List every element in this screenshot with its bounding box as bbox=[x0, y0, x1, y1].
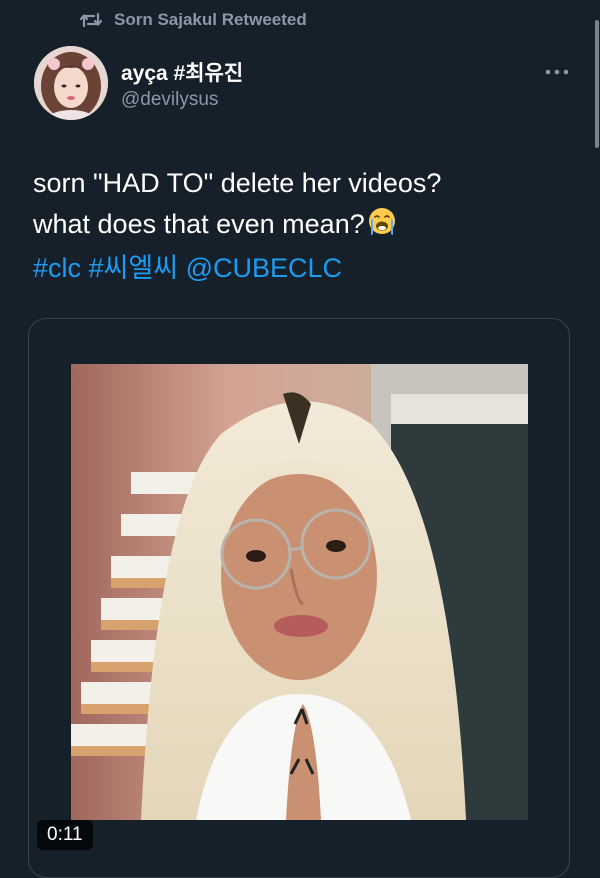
retweet-label: Sorn Sajakul Retweeted bbox=[114, 10, 307, 29]
retweet-icon bbox=[80, 11, 102, 29]
tweet-links-line: #clc #씨엘씨 @CUBECLC bbox=[33, 248, 578, 289]
avatar[interactable] bbox=[34, 46, 108, 120]
tweet-text-line-1: sorn "HAD TO" delete her videos? bbox=[33, 168, 442, 198]
crying-face-emoji-icon bbox=[367, 206, 397, 248]
tweet-text-line-2: what does that even mean? bbox=[33, 209, 365, 239]
scrollbar[interactable] bbox=[595, 20, 599, 148]
video-thumbnail[interactable] bbox=[71, 364, 528, 820]
video-duration-badge: 0:11 bbox=[37, 820, 93, 850]
hashtag-link[interactable]: #씨엘씨 bbox=[89, 253, 179, 283]
author-handle[interactable]: @devilysus bbox=[121, 89, 218, 111]
retweet-indicator[interactable]: Sorn Sajakul Retweeted bbox=[80, 8, 307, 32]
media-card[interactable] bbox=[28, 318, 570, 878]
author-display-name[interactable]: ayça #최유진 bbox=[121, 57, 243, 87]
tweet-text: sorn "HAD TO" delete her videos? what do… bbox=[33, 163, 578, 289]
tweet-text-line-2-container: what does that even mean? bbox=[33, 204, 578, 248]
more-horizontal-icon bbox=[545, 63, 569, 81]
hashtag-link[interactable]: #clc bbox=[33, 253, 81, 283]
mention-link[interactable]: @CUBECLC bbox=[186, 253, 342, 283]
more-options-button[interactable] bbox=[540, 58, 574, 86]
